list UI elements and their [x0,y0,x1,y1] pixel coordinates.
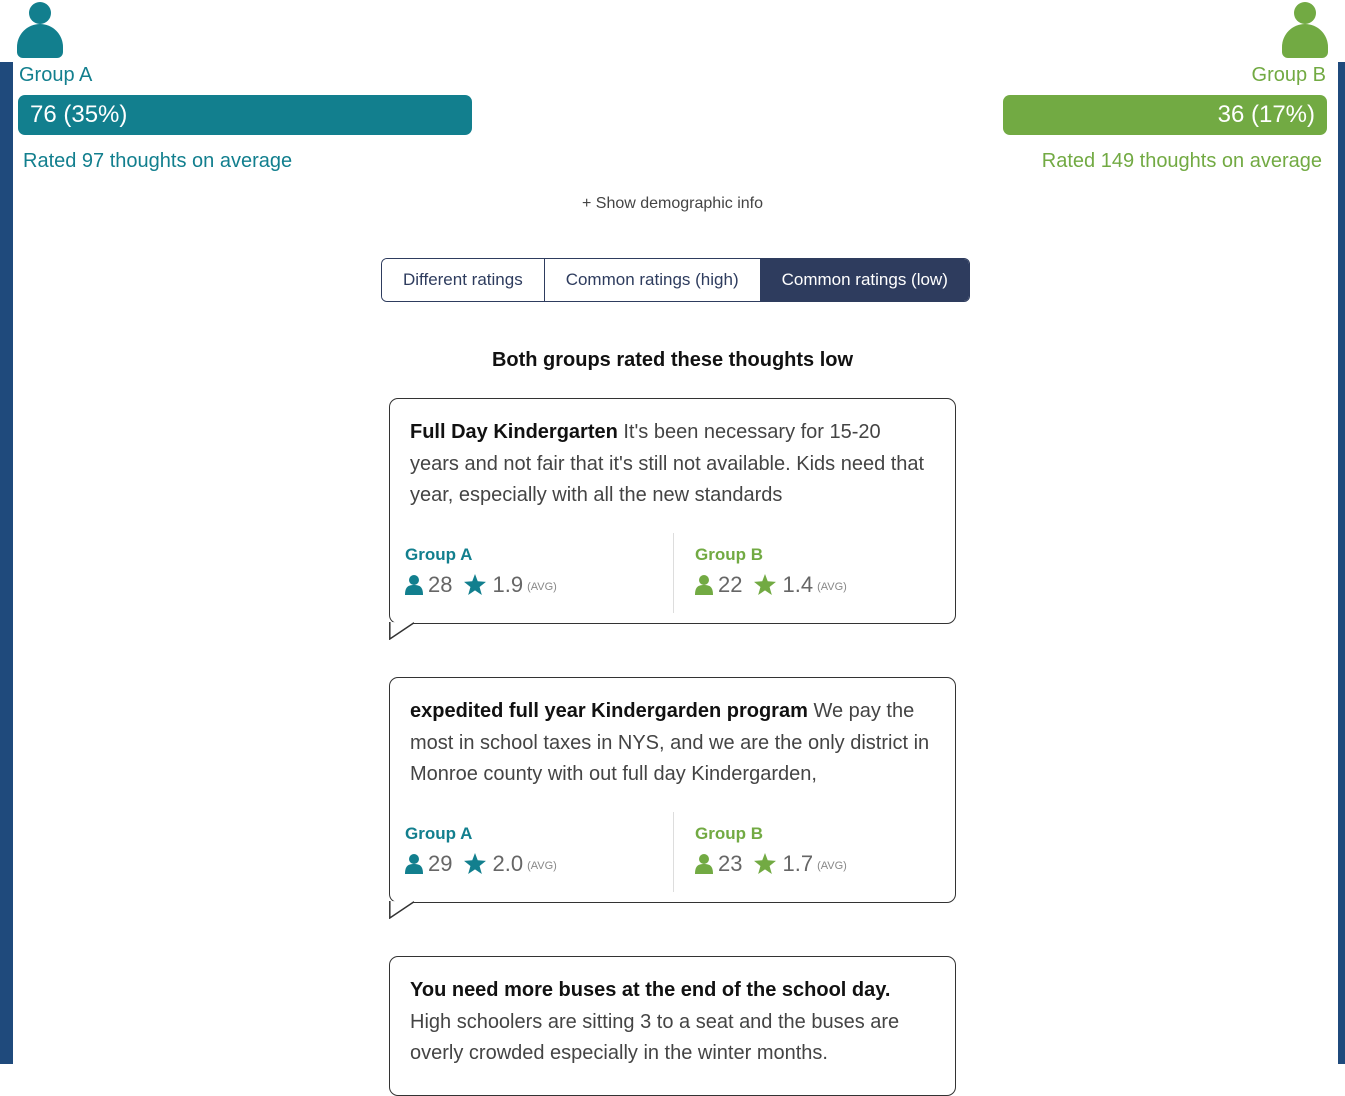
stats-group-label: Group B [695,544,763,564]
group-a-count-bar: 76 (35%) [18,95,472,135]
group-a-name: Group A [19,64,93,86]
rating-tabs: Different ratings Common ratings (high) … [381,258,970,302]
thought-text: Full Day Kindergarten It's been necessar… [390,399,955,512]
stats-group-label: Group B [695,823,763,843]
show-demographic-info-link[interactable]: + Show demographic info [0,195,1345,213]
average-rating: 2.0 [492,850,524,876]
thought-title: expedited full year Kindergarden program [410,700,808,722]
thought-title: You need more buses at the end of the sc… [410,979,891,1001]
group-a-average: Rated 97 thoughts on average [23,150,293,172]
average-rating: 1.9 [492,571,524,597]
thought-stats: Group A 29 2.0 (AVG) Group B 23 1.7 (AVG… [390,811,955,892]
rater-count: 22 [718,571,743,597]
person-icon [405,853,423,874]
avg-label: (AVG) [527,580,557,593]
person-icon [695,574,713,595]
tab-common-ratings-high[interactable]: Common ratings (high) [543,259,760,301]
person-icon [405,574,423,595]
tab-different-ratings[interactable]: Different ratings [382,259,544,301]
speech-tail [389,622,415,640]
rater-count: 28 [428,571,453,597]
star-icon [464,574,487,595]
avg-label: (AVG) [527,859,557,872]
thought-text: expedited full year Kindergarden program… [390,678,955,791]
group-b-person-icon [1282,2,1328,58]
stats-divider [673,811,674,892]
star-icon [464,853,487,874]
thought-body: High schoolers are sitting 3 to a seat a… [410,1010,900,1065]
stats-group-label: Group A [405,544,473,564]
thought-card: Full Day Kindergarten It's been necessar… [389,398,956,640]
person-icon [695,853,713,874]
average-rating: 1.4 [782,571,814,597]
group-b-stats: Group B 23 1.7 (AVG) [695,824,847,877]
group-a-stats: Group A 28 1.9 (AVG) [405,545,557,598]
stats-divider [673,532,674,613]
section-title: Both groups rated these thoughts low [491,349,854,371]
group-b-name: Group B [1251,64,1326,86]
avg-label: (AVG) [817,580,847,593]
rater-count: 23 [718,850,743,876]
thought-stats: Group A 28 1.9 (AVG) Group B 22 1.4 (AVG… [390,532,955,613]
group-b-stats: Group B 22 1.4 (AVG) [695,545,847,598]
thought-title: Full Day Kindergarten [410,421,618,443]
speech-tail [389,901,415,919]
stats-group-label: Group A [405,823,473,843]
thought-text: You need more buses at the end of the sc… [390,957,955,1070]
group-b-count-bar: 36 (17%) [1003,95,1327,135]
thought-card: expedited full year Kindergarden program… [389,677,956,919]
star-icon [754,853,777,874]
average-rating: 1.7 [782,850,814,876]
group-a-stats: Group A 29 2.0 (AVG) [405,824,557,877]
tab-common-ratings-low[interactable]: Common ratings (low) [759,259,969,301]
group-b-average: Rated 149 thoughts on average [1041,150,1322,172]
thought-card: You need more buses at the end of the sc… [389,956,956,1096]
star-icon [754,574,777,595]
rater-count: 29 [428,850,453,876]
avg-label: (AVG) [817,859,847,872]
group-a-person-icon [17,2,63,58]
